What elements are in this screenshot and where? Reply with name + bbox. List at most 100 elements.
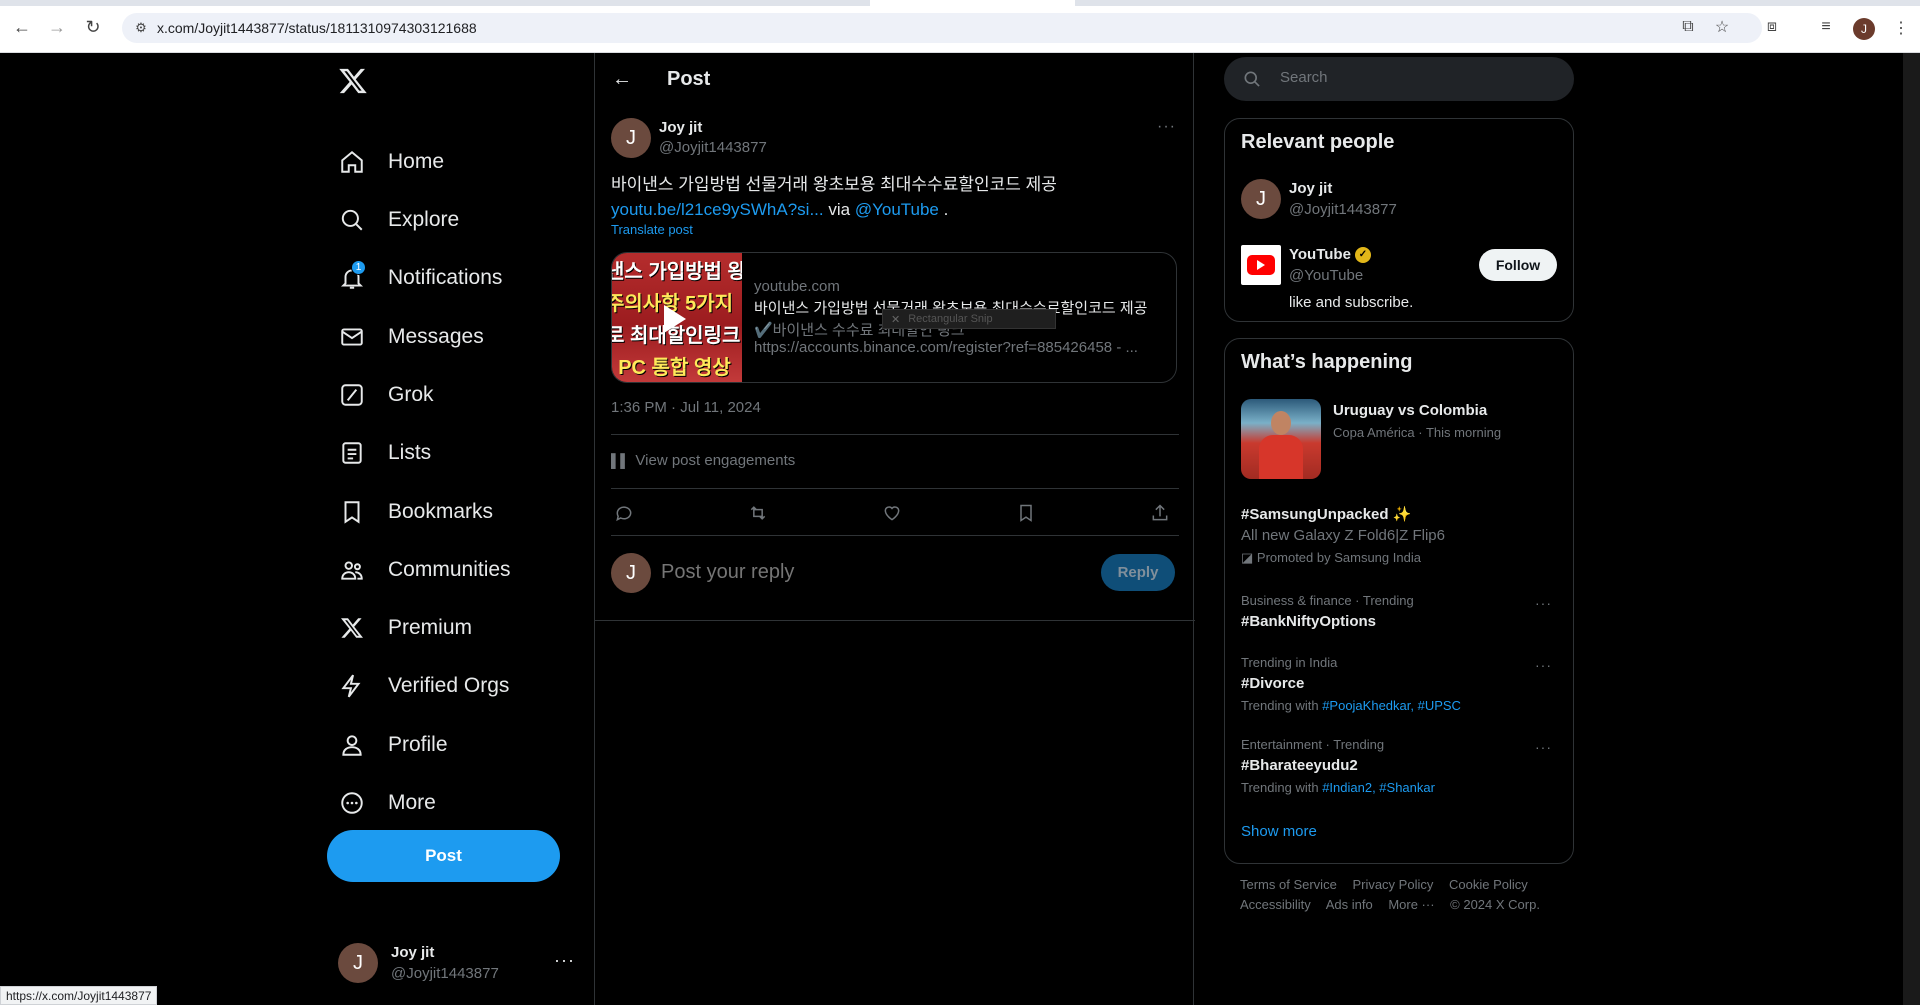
- site-info-icon[interactable]: ⚙: [132, 19, 150, 37]
- trend-name[interactable]: #BankNiftyOptions: [1241, 613, 1376, 630]
- scrollbar[interactable]: [1903, 53, 1920, 1005]
- back-icon[interactable]: ←: [9, 14, 35, 40]
- trend-name[interactable]: #Bharateeyudu2: [1241, 757, 1358, 774]
- promoted-trend-row[interactable]: #SamsungUnpacked ✨: [1241, 505, 1411, 523]
- active-tab[interactable]: [870, 0, 1075, 6]
- person-name[interactable]: Joy jit: [1289, 180, 1332, 197]
- address-bar[interactable]: ⚙ x.com/Joyjit1443877/status/18113109743…: [122, 13, 1762, 43]
- url-text[interactable]: x.com/Joyjit1443877/status/1811310974303…: [157, 20, 477, 36]
- reply-button[interactable]: Reply: [1101, 554, 1175, 591]
- show-more-link[interactable]: Show more: [1241, 823, 1317, 840]
- video-thumbnail[interactable]: 낸스 가입방법 왕초 주의사항 5가지 로 최대할인링크 제 ! PC 통합 영…: [612, 253, 742, 382]
- media-controls-icon[interactable]: ≡: [1815, 16, 1837, 38]
- nav-communities[interactable]: Communities: [336, 548, 511, 592]
- nav-more[interactable]: More: [336, 781, 436, 825]
- nav-label: Messages: [388, 325, 484, 348]
- author-name[interactable]: Joy jit: [659, 119, 702, 136]
- forward-icon[interactable]: →: [44, 14, 70, 40]
- footer-link[interactable]: Cookie Policy: [1449, 877, 1528, 892]
- bar-chart-icon: ▌▌: [611, 453, 630, 468]
- footer-links: Terms of Service Privacy Policy Cookie P…: [1240, 877, 1540, 892]
- bookmark-star-icon[interactable]: ☆: [1711, 16, 1733, 38]
- bookmark-icon[interactable]: [1013, 500, 1039, 526]
- bell-icon: 1: [336, 260, 368, 294]
- person-handle[interactable]: @YouTube: [1289, 267, 1363, 284]
- account-switcher[interactable]: J Joy jit @Joyjit1443877 ···: [338, 940, 578, 990]
- reply-avatar: J: [611, 553, 651, 593]
- nav-bookmarks[interactable]: Bookmarks: [336, 490, 493, 534]
- reload-icon[interactable]: ↻: [80, 14, 106, 40]
- account-name: Joy jit: [391, 944, 435, 961]
- avatar[interactable]: J: [1241, 179, 1281, 219]
- more-dots-icon[interactable]: ···: [1535, 657, 1552, 673]
- nav-home[interactable]: Home: [336, 140, 444, 184]
- person-handle[interactable]: @Joyjit1443877: [1289, 201, 1397, 218]
- primary-column: ← Post J Joy jit @Joyjit1443877 ··· 바이낸스…: [594, 53, 1195, 1005]
- nav-lists[interactable]: Lists: [336, 431, 431, 475]
- author-avatar[interactable]: J: [611, 118, 651, 158]
- footer-link[interactable]: Ads info: [1326, 897, 1373, 912]
- x-logo-icon: [336, 612, 368, 644]
- search-input[interactable]: [1280, 69, 1560, 86]
- nav-messages[interactable]: Messages: [336, 315, 484, 359]
- post-actions: [611, 500, 1179, 526]
- via-text: via: [828, 200, 851, 219]
- post-link[interactable]: youtu.be/l21ce9ySWhA?si...: [611, 200, 824, 219]
- nav-grok[interactable]: Grok: [336, 373, 434, 417]
- browser-profile-avatar[interactable]: J: [1853, 18, 1875, 40]
- nav-verified-orgs[interactable]: Verified Orgs: [336, 664, 509, 708]
- nav-notifications[interactable]: 1 Notifications: [336, 256, 502, 300]
- more-dots-icon[interactable]: ···: [1535, 595, 1552, 611]
- browser-toolbar: ← → ↻ ⚙ x.com/Joyjit1443877/status/18113…: [0, 0, 1920, 53]
- trend-image[interactable]: [1241, 399, 1321, 479]
- relevant-people-panel: Relevant people J Joy jit @Joyjit1443877…: [1224, 118, 1574, 322]
- youtube-logo-icon[interactable]: [1241, 245, 1281, 285]
- post-timestamp[interactable]: 1:36 PM · Jul 11, 2024: [611, 399, 761, 416]
- trending-with-links[interactable]: #PoojaKhedkar, #UPSC: [1322, 698, 1461, 713]
- nav-premium[interactable]: Premium: [336, 606, 472, 650]
- search-box[interactable]: [1224, 57, 1574, 101]
- mention-link[interactable]: @YouTube: [855, 200, 939, 219]
- divider: [611, 535, 1179, 536]
- reply-icon[interactable]: [611, 500, 637, 526]
- promoted-by-row: ◪ Promoted by Samsung India: [1241, 550, 1421, 566]
- reply-input[interactable]: [661, 561, 1061, 584]
- like-icon[interactable]: [879, 500, 905, 526]
- share-icon[interactable]: [1147, 500, 1173, 526]
- promoted-description: All new Galaxy Z Fold6|Z Flip6: [1241, 527, 1445, 544]
- footer-link[interactable]: Privacy Policy: [1352, 877, 1433, 892]
- extensions-icon[interactable]: ⧈: [1761, 16, 1783, 38]
- footer-link[interactable]: More ···: [1388, 897, 1434, 912]
- nav-label: Explore: [388, 208, 460, 231]
- trend-name[interactable]: #Divorce: [1241, 675, 1304, 692]
- browser-menu-icon[interactable]: ⋮: [1893, 18, 1909, 38]
- more-dots-icon[interactable]: ···: [1157, 118, 1176, 136]
- trending-with-links[interactable]: #Indian2, #Shankar: [1322, 780, 1435, 795]
- follow-button[interactable]: Follow: [1479, 249, 1557, 281]
- install-app-icon[interactable]: ⧉: [1677, 16, 1699, 38]
- list-icon: [336, 437, 368, 469]
- play-icon: [664, 305, 686, 333]
- nav-explore[interactable]: Explore: [336, 198, 459, 242]
- nav-profile[interactable]: Profile: [336, 723, 448, 767]
- more-circle-icon: [336, 787, 368, 819]
- author-handle[interactable]: @Joyjit1443877: [659, 139, 767, 156]
- footer-link[interactable]: Accessibility: [1240, 897, 1311, 912]
- close-icon[interactable]: ✕: [891, 313, 900, 326]
- divider: [611, 488, 1179, 489]
- snipping-tool-overlay[interactable]: ✕ Rectangular Snip: [882, 309, 1056, 329]
- trend-title[interactable]: Uruguay vs Colombia: [1333, 402, 1487, 419]
- nav-label: Profile: [388, 733, 448, 756]
- divider: [611, 434, 1179, 435]
- view-engagements-link[interactable]: ▌▌ View post engagements: [611, 452, 795, 469]
- engagements-label: View post engagements: [635, 452, 796, 469]
- more-dots-icon[interactable]: ···: [1535, 739, 1552, 755]
- post-button[interactable]: Post: [327, 830, 560, 882]
- footer-link[interactable]: Terms of Service: [1240, 877, 1337, 892]
- back-arrow-icon[interactable]: ←: [609, 66, 635, 92]
- x-logo-icon[interactable]: [338, 66, 368, 96]
- post-header: ← Post: [595, 53, 1195, 106]
- repost-icon[interactable]: [745, 500, 771, 526]
- person-name-row[interactable]: YouTube ✓: [1289, 246, 1371, 263]
- translate-post-link[interactable]: Translate post: [611, 222, 693, 237]
